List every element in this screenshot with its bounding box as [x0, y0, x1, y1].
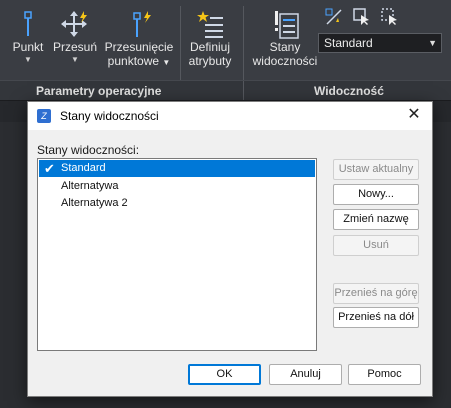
move-up-button[interactable]: Przenieś na górę	[333, 283, 419, 304]
group-label-visibility: Widoczność	[314, 84, 384, 98]
make-invisible-icon[interactable]	[381, 8, 399, 26]
chevron-down-icon[interactable]: ▼	[428, 34, 437, 52]
move-down-button[interactable]: Przenieś na dół	[333, 307, 419, 328]
point-icon	[8, 8, 48, 40]
ribbon: Punkt ▼ Przesuń ▼ Przesunięcie punktowe …	[0, 0, 451, 100]
ok-button[interactable]: OK	[188, 364, 261, 385]
stany-label-1: Stany	[269, 40, 301, 54]
help-button[interactable]: Pomoc	[348, 364, 421, 385]
list-item-label: Alternatywa 2	[61, 197, 128, 209]
ribbon-group-bar: Parametry operacyjne Widoczność	[0, 80, 451, 100]
visibility-tools	[325, 8, 399, 26]
punkt-label: Punkt	[12, 40, 44, 54]
przesuniecie-punktowe-button[interactable]: Przesunięcie punktowe ▼	[103, 8, 175, 70]
app-icon: Z	[37, 109, 51, 123]
dialog-title: Stany widoczności	[60, 109, 159, 123]
przesuniecie-label-1: Przesunięcie	[104, 40, 174, 54]
new-button[interactable]: Nowy...	[333, 184, 419, 205]
ribbon-separator	[180, 6, 181, 80]
ribbon-separator	[243, 81, 244, 100]
make-visible-icon[interactable]	[353, 8, 371, 26]
przesuniecie-label-2: punktowe	[107, 54, 160, 68]
rename-button[interactable]: Zmień nazwę	[333, 209, 419, 230]
cancel-button[interactable]: Anuluj	[269, 364, 342, 385]
move-icon	[52, 8, 98, 40]
delete-button[interactable]: Usuń	[333, 235, 419, 256]
visibility-states-dialog: Z Stany widoczności ✕ Stany widoczności:…	[27, 101, 433, 397]
przesuniecie-dropdown-icon[interactable]: ▼	[162, 58, 170, 67]
visibility-mode-icon[interactable]	[325, 8, 343, 26]
definiuj-atrybuty-button[interactable]: Definiuj atrybuty	[186, 8, 234, 68]
definiuj-label-1: Definiuj	[189, 40, 231, 54]
przesun-dropdown-icon[interactable]: ▼	[52, 55, 98, 64]
point-move-icon	[103, 8, 175, 40]
przesun-button[interactable]: Przesuń ▼	[52, 8, 98, 64]
list-item[interactable]: ✔ Standard	[39, 160, 315, 177]
punkt-dropdown-icon[interactable]: ▼	[8, 55, 48, 64]
definiuj-label-2: atrybuty	[188, 54, 232, 68]
visibility-state-combo[interactable]: Standard ▼	[318, 33, 442, 53]
checkmark-icon: ✔	[44, 161, 55, 176]
list-item-label: Alternatywa	[61, 180, 119, 192]
stany-label-2: widoczności	[252, 54, 318, 68]
visibility-states-list[interactable]: ✔ Standard Alternatywa Alternatywa 2	[37, 158, 317, 351]
przesun-label: Przesuń	[52, 40, 98, 54]
define-attributes-icon	[186, 8, 234, 40]
list-item-label: Standard	[61, 162, 106, 174]
list-item[interactable]: Alternatywa 2	[38, 195, 316, 212]
list-label: Stany widoczności:	[37, 143, 140, 157]
visibility-states-icon	[250, 8, 320, 40]
combo-value: Standard	[324, 36, 373, 50]
dialog-titlebar[interactable]: Z Stany widoczności ✕	[28, 102, 432, 130]
set-current-button[interactable]: Ustaw aktualny	[333, 159, 419, 180]
close-icon[interactable]: ✕	[404, 105, 424, 125]
group-label-params: Parametry operacyjne	[36, 84, 162, 98]
list-item[interactable]: Alternatywa	[38, 178, 316, 195]
stany-widocznosci-button[interactable]: Stany widoczności	[250, 8, 320, 68]
punkt-button[interactable]: Punkt ▼	[8, 8, 48, 64]
ribbon-separator	[243, 6, 244, 80]
